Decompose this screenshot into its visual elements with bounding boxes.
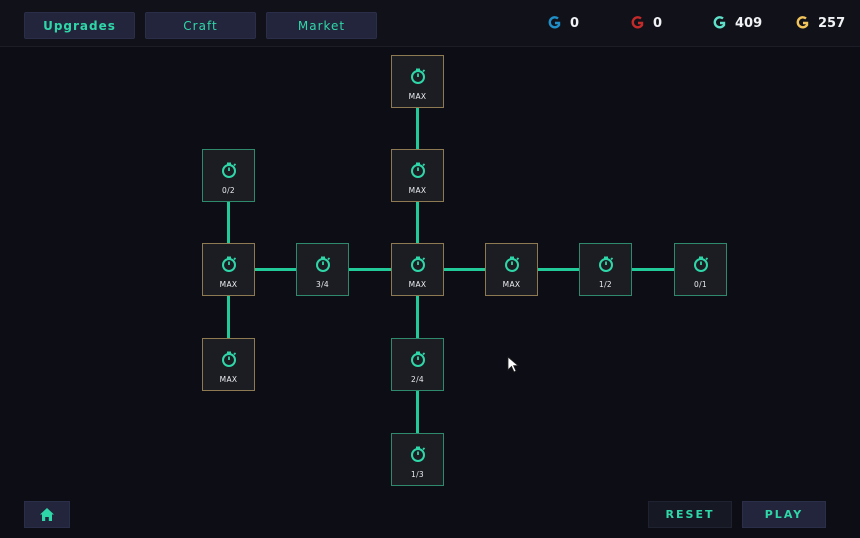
stopwatch-icon bbox=[599, 256, 614, 272]
red-gem-icon bbox=[631, 16, 644, 29]
upgrade-node[interactable]: 1/2 bbox=[579, 243, 632, 296]
teal-gem-icon bbox=[713, 16, 726, 29]
tab-upgrades[interactable]: Upgrades bbox=[24, 12, 135, 39]
currency-red-value: 0 bbox=[653, 15, 663, 31]
upgrade-node[interactable]: MAX bbox=[391, 149, 444, 202]
upgrade-node[interactable]: MAX bbox=[202, 338, 255, 391]
upgrade-level: MAX bbox=[502, 280, 521, 289]
currency-gold-value: 257 bbox=[818, 15, 846, 31]
upgrade-level: MAX bbox=[408, 92, 427, 101]
link-line bbox=[416, 389, 419, 434]
link-line bbox=[537, 268, 580, 271]
link-line bbox=[631, 268, 674, 271]
upgrade-level: 0/1 bbox=[694, 280, 707, 289]
top-bar: Upgrades Craft Market 0 0 409 257 bbox=[0, 0, 860, 47]
upgrade-level: 2/4 bbox=[411, 375, 424, 384]
gold-gem-icon bbox=[796, 16, 809, 29]
currency-red: 0 bbox=[630, 14, 662, 32]
upgrade-level: 1/3 bbox=[411, 470, 424, 479]
link-line bbox=[227, 201, 230, 245]
stopwatch-icon bbox=[222, 256, 237, 272]
currency-teal-value: 409 bbox=[735, 15, 763, 31]
upgrade-node[interactable]: 0/1 bbox=[674, 243, 727, 296]
upgrade-node[interactable]: MAX bbox=[391, 243, 444, 296]
currency-blue-value: 0 bbox=[570, 15, 580, 31]
upgrade-level: 0/2 bbox=[222, 186, 235, 195]
tab-market[interactable]: Market bbox=[266, 12, 377, 39]
stopwatch-icon bbox=[411, 446, 426, 462]
upgrade-node[interactable]: 2/4 bbox=[391, 338, 444, 391]
home-button[interactable] bbox=[24, 501, 70, 528]
stopwatch-icon bbox=[505, 256, 520, 272]
upgrade-level: MAX bbox=[408, 186, 427, 195]
mouse-cursor-icon bbox=[507, 356, 519, 373]
stopwatch-icon bbox=[222, 351, 237, 367]
link-line bbox=[443, 268, 486, 271]
link-line bbox=[416, 295, 419, 339]
currency-teal: 409 bbox=[712, 14, 762, 32]
stopwatch-icon bbox=[411, 256, 426, 272]
link-line bbox=[416, 106, 419, 150]
stopwatch-icon bbox=[222, 162, 237, 178]
upgrade-level: MAX bbox=[219, 375, 238, 384]
tab-craft[interactable]: Craft bbox=[145, 12, 256, 39]
upgrade-level: 3/4 bbox=[316, 280, 329, 289]
currency-gold: 257 bbox=[795, 14, 845, 32]
upgrade-level: 1/2 bbox=[599, 280, 612, 289]
stopwatch-icon bbox=[694, 256, 709, 272]
stopwatch-icon bbox=[411, 162, 426, 178]
link-line bbox=[227, 295, 230, 339]
play-button[interactable]: PLAY bbox=[742, 501, 826, 528]
upgrade-level: MAX bbox=[219, 280, 238, 289]
upgrade-node[interactable]: MAX bbox=[391, 55, 444, 108]
stopwatch-icon bbox=[411, 351, 426, 367]
home-icon bbox=[40, 508, 54, 521]
stopwatch-icon bbox=[316, 256, 331, 272]
upgrade-node[interactable]: MAX bbox=[485, 243, 538, 296]
upgrade-node[interactable]: MAX bbox=[202, 243, 255, 296]
blue-gem-icon bbox=[548, 16, 561, 29]
link-line bbox=[348, 268, 391, 271]
link-line bbox=[254, 268, 297, 271]
upgrade-node[interactable]: 3/4 bbox=[296, 243, 349, 296]
upgrade-node[interactable]: 1/3 bbox=[391, 433, 444, 486]
reset-button[interactable]: RESET bbox=[648, 501, 732, 528]
link-line bbox=[416, 201, 419, 245]
upgrade-level: MAX bbox=[408, 280, 427, 289]
upgrade-node[interactable]: 0/2 bbox=[202, 149, 255, 202]
stopwatch-icon bbox=[411, 68, 426, 84]
currency-blue: 0 bbox=[547, 14, 579, 32]
